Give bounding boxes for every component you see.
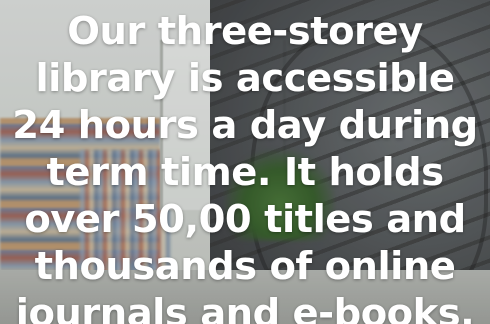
library-photo-banner: Our three-storey library is accessible 2… [0, 0, 490, 324]
caption-line: library is accessible [35, 56, 455, 101]
caption-line: journals and e-books. [15, 291, 475, 324]
caption-text: Our three-storey library is accessible 2… [0, 8, 490, 324]
caption-line: over 50,00 titles and [24, 197, 466, 242]
caption-line: thousands of online [34, 244, 456, 289]
caption-line: 24 hours a day during [12, 103, 478, 148]
caption-line: term time. It holds [46, 150, 444, 195]
caption-line: Our three-storey [67, 9, 423, 54]
